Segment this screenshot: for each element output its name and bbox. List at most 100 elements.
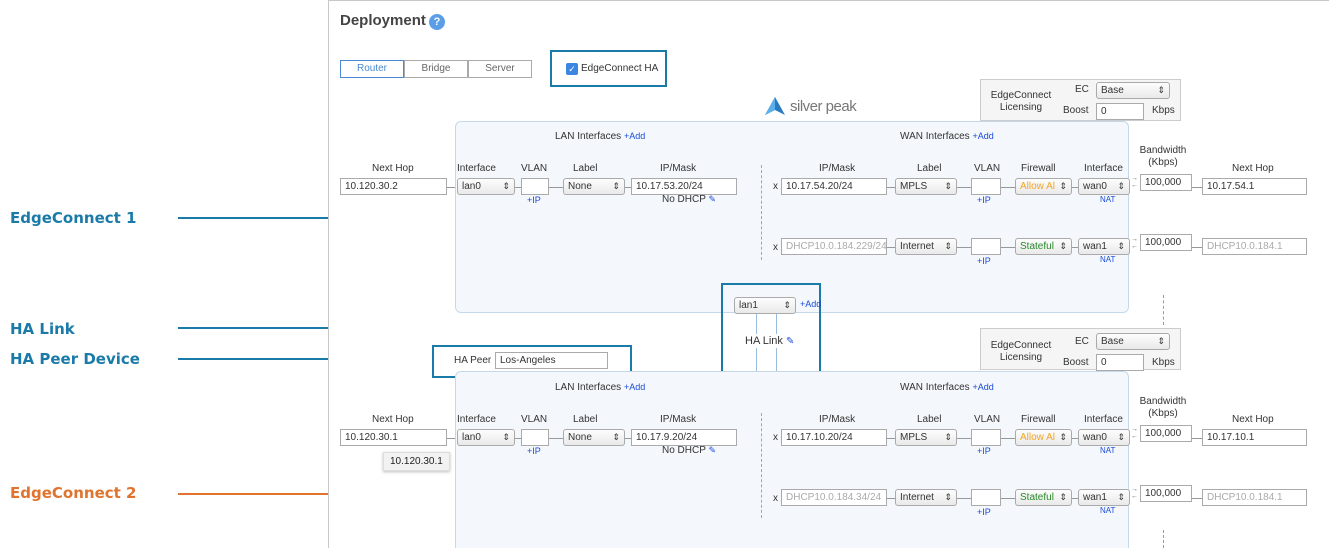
mode-router-button[interactable]: Router (340, 60, 404, 78)
ec1-wan1-firewall-select[interactable]: Stateful ⇕ (1015, 238, 1072, 255)
edit-pencil-icon[interactable]: ✎ (709, 194, 717, 204)
ec2-wan0-plus-ip-link[interactable]: +IP (977, 446, 991, 456)
col-vlan-wan-2: VLAN (974, 414, 1001, 425)
connector (957, 247, 971, 248)
edit-pencil-icon[interactable]: ✎ (786, 336, 794, 347)
col-interface-lan-1: Interface (457, 163, 496, 174)
help-icon[interactable]: ? (429, 14, 445, 30)
ec1-wan1-label-select[interactable]: Internet ⇕ (895, 238, 957, 255)
bandwidth-arrows-icon: → ← (1131, 426, 1138, 440)
connector (957, 498, 971, 499)
ec2-wan0-next-hop-input[interactable]: 10.17.10.1 (1202, 429, 1307, 446)
ec1-wan0-firewall-select[interactable]: Allow Al ⇕ (1015, 178, 1072, 195)
wan-interfaces-title-2: WAN Interfaces +Add (900, 382, 994, 393)
ec2-wan0-ip-input[interactable]: 10.17.10.20/24 (781, 429, 887, 446)
ec2-lan-plus-ip-link[interactable]: +IP (527, 446, 541, 456)
ec1-wan0-nat-link[interactable]: NAT (1100, 195, 1115, 204)
ec1-lan-vlan-input[interactable] (521, 178, 549, 195)
callout-edgeconnect-1: EdgeConnect 1 (10, 209, 137, 227)
ha-top-interface-select[interactable]: lan1 ⇕ (734, 297, 796, 314)
ec2-lan-ip-input[interactable]: 10.17.9.20/24 (631, 429, 737, 446)
ec-label-1: EC (1075, 84, 1089, 95)
mode-server-button[interactable]: Server (468, 60, 532, 78)
wan-add-link-1[interactable]: +Add (972, 131, 993, 141)
col-next-hop-lan-1: Next Hop (372, 163, 414, 174)
ec1-wan1-plus-ip-link[interactable]: +IP (977, 256, 991, 266)
ec2-wan0-bandwidth-input[interactable]: 100,000 (1140, 425, 1192, 442)
ec2-wan1-firewall-select[interactable]: Stateful ⇕ (1015, 489, 1072, 506)
ec2-wan1-next-hop-input[interactable]: DHCP10.0.184.1 (1202, 489, 1307, 506)
ec1-wan0-vlan-input[interactable] (971, 178, 1001, 195)
wan-add-link-2[interactable]: +Add (972, 382, 993, 392)
ec2-wan0-label-select[interactable]: MPLS ⇕ (895, 429, 957, 446)
ec1-wan0-next-hop-input[interactable]: 10.17.54.1 (1202, 178, 1307, 195)
ec-label-2: EC (1075, 336, 1089, 347)
ec1-wan1-bandwidth-input[interactable]: 100,000 (1140, 234, 1192, 251)
ec1-wan1-ip-input[interactable]: DHCP10.0.184.229/24 (781, 238, 887, 255)
ec2-wan0-remove-icon[interactable]: x (773, 432, 778, 443)
ec1-wan0-plus-ip-link[interactable]: +IP (977, 195, 991, 205)
ec1-wan1-nat-link[interactable]: NAT (1100, 255, 1115, 264)
ec1-wan0-interface-select[interactable]: wan0 ⇕ (1078, 178, 1130, 195)
ec2-wan1-ip-input[interactable]: DHCP10.0.184.34/24 (781, 489, 887, 506)
ec1-wan1-vlan-input[interactable] (971, 238, 1001, 255)
ec1-wan1-next-hop-input[interactable]: DHCP10.0.184.1 (1202, 238, 1307, 255)
ha-add-link[interactable]: +Add (800, 299, 821, 309)
ec1-lan-plus-ip-link[interactable]: +IP (527, 195, 541, 205)
ec2-lan-next-hop-input[interactable]: 10.120.30.1 (340, 429, 447, 446)
ec2-lan-dhcp-text: No DHCP ✎ (662, 445, 717, 456)
ec2-wan0-firewall-select[interactable]: Allow Al ⇕ (1015, 429, 1072, 446)
col-interface-wan-1: Interface (1084, 163, 1123, 174)
ec1-lan-interface-select[interactable]: lan0 ⇕ (457, 178, 515, 195)
ec-select-1[interactable]: Base ⇕ (1096, 82, 1170, 99)
ha-peer-input[interactable]: Los-Angeles (495, 352, 608, 369)
ec1-lan-label-select[interactable]: None ⇕ (563, 178, 625, 195)
col-label-lan-2: Label (573, 414, 598, 425)
lan-add-link-1[interactable]: +Add (624, 131, 645, 141)
dashed-divider (1163, 295, 1164, 325)
ec2-wan1-vlan-input[interactable] (971, 489, 1001, 506)
connector (957, 187, 971, 188)
wan-interfaces-title-1: WAN Interfaces +Add (900, 131, 994, 142)
ec2-wan0-vlan-input[interactable] (971, 429, 1001, 446)
ec1-wan0-ip-input[interactable]: 10.17.54.20/24 (781, 178, 887, 195)
ec2-wan1-remove-icon[interactable]: x (773, 493, 778, 504)
ec1-wan0-remove-icon[interactable]: x (773, 181, 778, 192)
ec1-lan-ip-input[interactable]: 10.17.53.20/24 (631, 178, 737, 195)
connector (1001, 187, 1015, 188)
ec1-wan0-bandwidth-input[interactable]: 100,000 (1140, 174, 1192, 191)
bandwidth-arrows-icon: → ← (1131, 236, 1138, 250)
ec2-wan1-nat-link[interactable]: NAT (1100, 506, 1115, 515)
licensing-label-2: EdgeConnect Licensing (990, 340, 1052, 363)
page-title: Deployment (340, 12, 426, 29)
ec2-lan-vlan-input[interactable] (521, 429, 549, 446)
ec1-lan-next-hop-input[interactable]: 10.120.30.2 (340, 178, 447, 195)
ec2-wan0-nat-link[interactable]: NAT (1100, 446, 1115, 455)
boost-input-1[interactable]: 0 (1096, 103, 1144, 120)
ec1-wan1-interface-select[interactable]: wan1 ⇕ (1078, 238, 1130, 255)
connector (887, 498, 895, 499)
ec2-lan-interface-select[interactable]: lan0 ⇕ (457, 429, 515, 446)
lan-add-link-2[interactable]: +Add (624, 382, 645, 392)
ec-select-2[interactable]: Base ⇕ (1096, 333, 1170, 350)
kbps-label-1: Kbps (1152, 105, 1175, 116)
ec2-lan-label-select[interactable]: None ⇕ (563, 429, 625, 446)
connector (1192, 187, 1202, 188)
ec1-wan1-remove-icon[interactable]: x (773, 242, 778, 253)
bandwidth-arrows-icon: → ← (1131, 175, 1138, 189)
ec2-wan1-bandwidth-input[interactable]: 100,000 (1140, 485, 1192, 502)
mode-bridge-button[interactable]: Bridge (404, 60, 468, 78)
edgeconnect-2-panel (455, 371, 1129, 548)
edit-pencil-icon[interactable]: ✎ (709, 445, 717, 455)
ec2-wan1-label-select[interactable]: Internet ⇕ (895, 489, 957, 506)
col-firewall-wan-1: Firewall (1021, 163, 1056, 174)
ec1-wan0-label-select[interactable]: MPLS ⇕ (895, 178, 957, 195)
ec2-wan1-interface-select[interactable]: wan1 ⇕ (1078, 489, 1130, 506)
ec2-wan0-interface-select[interactable]: wan0 ⇕ (1078, 429, 1130, 446)
col-firewall-wan-2: Firewall (1021, 414, 1056, 425)
boost-input-2[interactable]: 0 (1096, 354, 1144, 371)
col-vlan-lan-1: VLAN (521, 163, 548, 174)
connector (1001, 438, 1015, 439)
ha-checkbox[interactable]: ✓ (566, 63, 578, 75)
ec2-wan1-plus-ip-link[interactable]: +IP (977, 507, 991, 517)
